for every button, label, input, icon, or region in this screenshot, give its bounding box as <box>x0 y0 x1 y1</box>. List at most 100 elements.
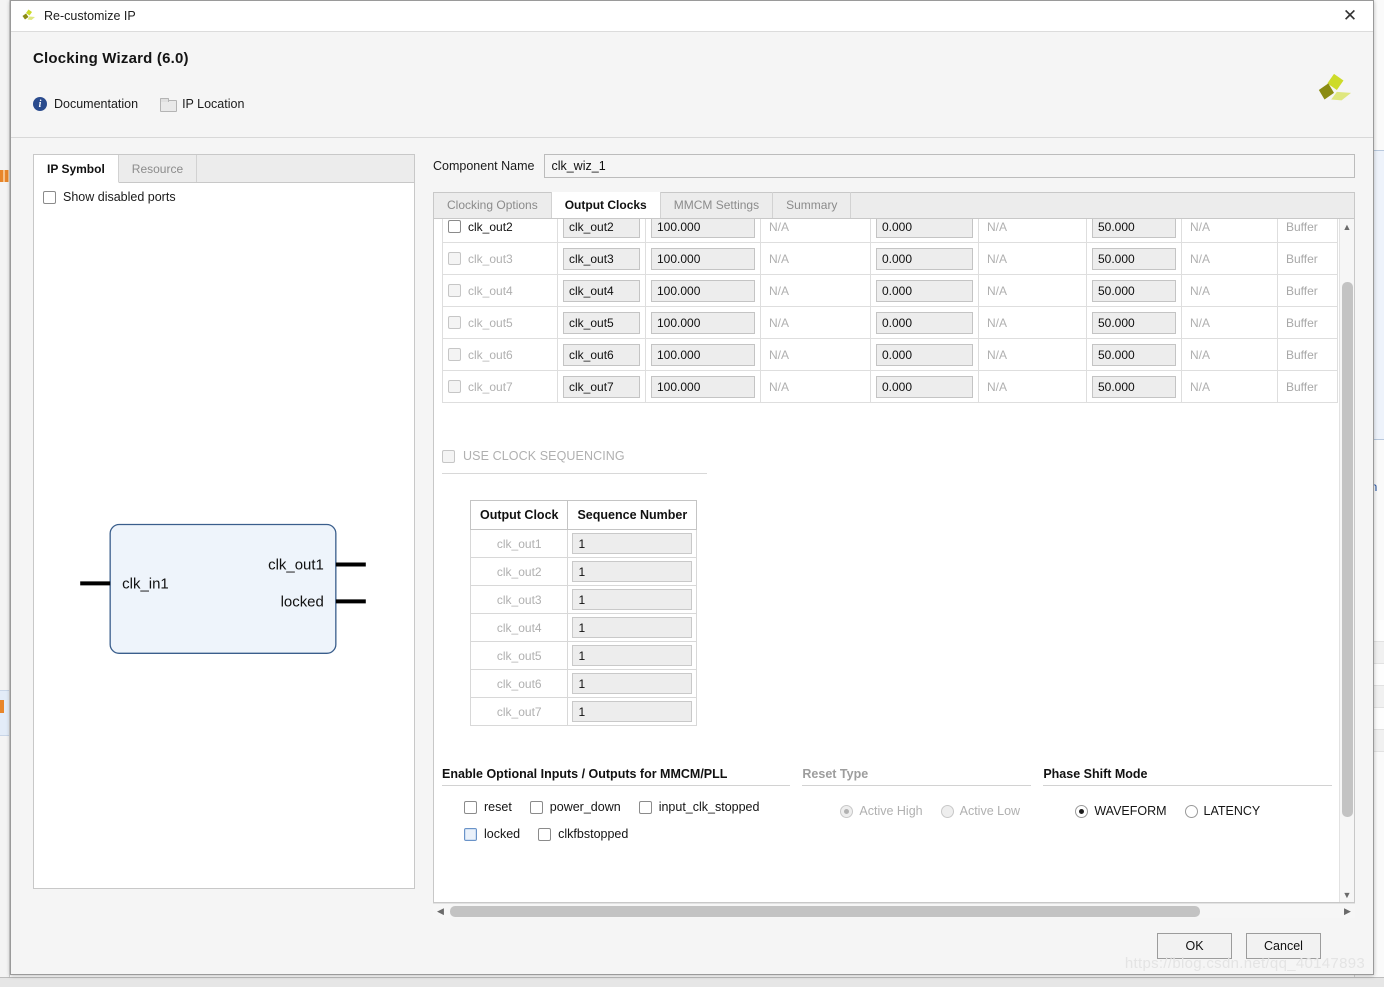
sequence-number-field[interactable]: 1 <box>572 533 693 554</box>
drives-value: Buffer <box>1286 379 1318 394</box>
phase-requested-field[interactable]: 0.000 <box>876 279 973 302</box>
scroll-up-arrow-icon[interactable]: ▲ <box>1340 219 1355 234</box>
port-name-field[interactable]: clk_out2 <box>563 219 640 238</box>
sequence-number-field[interactable]: 1 <box>572 673 693 694</box>
sequence-number-cell: 1 <box>567 557 698 586</box>
row-enable-checkbox[interactable] <box>448 316 461 329</box>
tab-clocking-options[interactable]: Clocking Options <box>434 192 552 218</box>
duty-actual-value: N/A <box>1190 379 1211 394</box>
col-output-clock: Output Clock <box>469 500 569 530</box>
checkbox-input-clk-stopped[interactable]: input_clk_stopped <box>638 800 760 814</box>
tab-summary[interactable]: Summary <box>773 192 852 218</box>
port-name-field[interactable]: clk_out7 <box>563 375 640 398</box>
row-enable-checkbox[interactable] <box>448 252 461 265</box>
freq-requested-field[interactable]: 100.000 <box>651 247 755 270</box>
radio-waveform[interactable]: WAVEFORM <box>1075 804 1167 818</box>
cell-port-name: clk_out6 <box>557 338 646 371</box>
tab-mmcm-settings[interactable]: MMCM Settings <box>661 192 774 218</box>
duty-actual-value: N/A <box>1190 251 1211 266</box>
checkbox-power-down[interactable]: power_down <box>529 800 621 814</box>
dialog-header: Clocking Wizard (6.0) i Documentation IP… <box>11 32 1373 138</box>
table-row: clk_out5 1 <box>469 641 698 670</box>
tab-resource[interactable]: Resource <box>119 155 198 182</box>
freq-requested-field[interactable]: 100.000 <box>651 279 755 302</box>
duty-requested-field[interactable]: 50.000 <box>1092 247 1176 270</box>
cell-output-clock: clk_out4 <box>442 274 558 307</box>
phase-requested-field[interactable]: 0.000 <box>876 311 973 334</box>
scroll-left-arrow-icon[interactable]: ◀ <box>433 904 448 919</box>
power-down-checkbox[interactable] <box>529 800 543 814</box>
use-clock-sequencing-label: USE CLOCK SEQUENCING <box>463 449 625 463</box>
port-name-field[interactable]: clk_out5 <box>563 311 640 334</box>
phase-requested-field[interactable]: 0.000 <box>876 219 973 238</box>
section-rule <box>802 785 1032 786</box>
freq-requested-field[interactable]: 100.000 <box>651 343 755 366</box>
radio-active-low[interactable]: Active Low <box>940 804 1020 818</box>
sequence-number-field[interactable]: 1 <box>572 561 693 582</box>
input-clk-stopped-label: input_clk_stopped <box>658 800 760 814</box>
port-name-field[interactable]: clk_out6 <box>563 343 640 366</box>
sequence-number-cell: 1 <box>567 669 698 698</box>
duty-requested-field[interactable]: 50.000 <box>1092 343 1176 366</box>
duty-requested-field[interactable]: 50.000 <box>1092 219 1176 238</box>
phase-requested-field[interactable]: 0.000 <box>876 247 973 270</box>
vertical-scrollbar-thumb[interactable] <box>1341 282 1353 817</box>
reset-checkbox[interactable] <box>464 800 477 814</box>
freq-requested-field[interactable]: 100.000 <box>651 375 755 398</box>
component-name-input[interactable] <box>544 154 1355 178</box>
close-icon[interactable]: ✕ <box>1327 1 1373 32</box>
row-enable-checkbox[interactable] <box>448 284 461 297</box>
sequence-number-field[interactable]: 1 <box>572 701 693 722</box>
phase-actual-value: N/A <box>987 315 1008 330</box>
freq-requested-field[interactable]: 100.000 <box>651 219 755 238</box>
cell-duty-requested: 50.000 <box>1086 306 1182 339</box>
sequence-number-field[interactable]: 1 <box>572 617 693 638</box>
row-enable-checkbox[interactable] <box>448 380 461 393</box>
dialog-body: IP Symbol Resource Show disabled ports c… <box>11 138 1373 918</box>
locked-checkbox[interactable] <box>464 827 477 841</box>
radio-active-low-indicator[interactable] <box>940 804 954 818</box>
horizontal-scrollbar-thumb[interactable] <box>450 905 1200 917</box>
radio-waveform-indicator[interactable] <box>1075 804 1089 818</box>
freq-requested-field[interactable]: 100.000 <box>651 311 755 334</box>
tab-ip-symbol[interactable]: IP Symbol <box>34 155 119 183</box>
radio-latency-indicator[interactable] <box>1184 804 1198 818</box>
cell-port-name: clk_out2 <box>557 219 646 243</box>
row-name-label: clk_out5 <box>468 315 513 330</box>
row-enable-checkbox[interactable] <box>448 220 461 233</box>
row-enable-checkbox[interactable] <box>448 348 461 361</box>
table-row: clk_out7 clk_out7 100.000 N/A 0.000 N/A 50.000… <box>442 370 1338 403</box>
vertical-scrollbar[interactable]: ▲ ▼ <box>1339 219 1354 902</box>
tab-output-clocks[interactable]: Output Clocks <box>551 192 661 218</box>
cell-duty-actual: N/A <box>1181 274 1278 307</box>
radio-latency[interactable]: LATENCY <box>1184 804 1260 818</box>
duty-requested-field[interactable]: 50.000 <box>1092 279 1176 302</box>
duty-requested-field[interactable]: 50.000 <box>1092 375 1176 398</box>
duty-requested-field[interactable]: 50.000 <box>1092 311 1176 334</box>
scroll-down-arrow-icon[interactable]: ▼ <box>1340 887 1355 902</box>
use-clock-sequencing-checkbox[interactable] <box>442 449 455 463</box>
checkbox-reset[interactable]: reset <box>464 800 512 814</box>
checkbox-clkfbstopped[interactable]: clkfbstopped <box>538 827 628 841</box>
scroll-right-arrow-icon[interactable]: ▶ <box>1340 904 1355 919</box>
sequence-number-field[interactable]: 1 <box>572 645 693 666</box>
sequence-number-field[interactable]: 1 <box>572 589 693 610</box>
radio-active-high[interactable]: Active High <box>840 804 923 818</box>
cell-freq-actual: N/A <box>760 338 871 371</box>
freq-actual-value: N/A <box>769 315 790 330</box>
radio-active-high-indicator[interactable] <box>840 804 854 818</box>
documentation-link[interactable]: i Documentation <box>33 97 138 111</box>
phase-requested-field[interactable]: 0.000 <box>876 343 973 366</box>
cell-drives: Buffer <box>1277 274 1338 307</box>
sequence-clock-name: clk_out3 <box>469 585 569 614</box>
horizontal-scrollbar[interactable]: ◀ ▶ <box>433 903 1355 918</box>
tabbar-filler <box>851 192 1354 218</box>
checkbox-locked[interactable]: locked <box>464 827 520 841</box>
table-row: clk_out2 1 <box>469 557 698 586</box>
phase-requested-field[interactable]: 0.000 <box>876 375 973 398</box>
input-clk-stopped-checkbox[interactable] <box>638 800 652 814</box>
port-name-field[interactable]: clk_out3 <box>563 247 640 270</box>
port-name-field[interactable]: clk_out4 <box>563 279 640 302</box>
clkfbstopped-checkbox[interactable] <box>538 827 552 841</box>
ip-location-link[interactable]: IP Location <box>160 97 244 112</box>
